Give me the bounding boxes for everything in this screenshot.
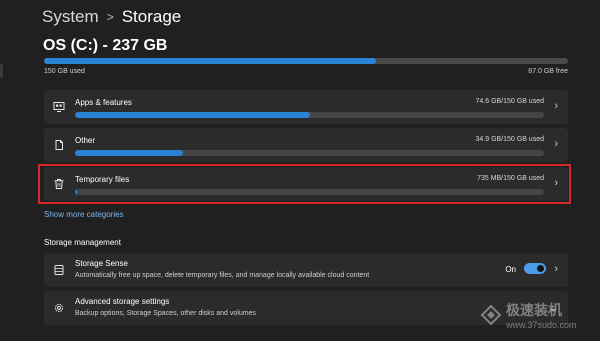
watermark-logo-icon — [480, 304, 502, 326]
category-label: Other — [75, 136, 96, 145]
storage-drive-icon — [54, 265, 64, 275]
storage-sense-setting[interactable]: Storage Sense Automatically free up spac… — [44, 253, 568, 287]
category-usage-bar — [75, 150, 544, 156]
document-icon — [55, 140, 63, 150]
show-more-categories-link[interactable]: Show more categories — [44, 210, 124, 219]
gear-icon — [54, 303, 64, 313]
nav-edge-indicator — [0, 64, 3, 78]
chevron-right-icon: › — [554, 138, 558, 150]
drive-used-label: 150 GB used — [44, 68, 85, 75]
category-label: Apps & features — [75, 98, 132, 107]
category-usage-bar — [75, 112, 544, 118]
category-apps-features[interactable]: Apps & features 74.6 GB/150 GB used › — [44, 90, 568, 124]
watermark-url: www.37sudo.com — [506, 320, 577, 330]
storage-sense-toggle[interactable] — [524, 263, 546, 274]
drive-usage-bar — [44, 58, 568, 64]
watermark: 极速装机 www.37sudo.com — [480, 298, 600, 338]
toggle-knob — [537, 265, 544, 272]
watermark-text: 极速装机 — [506, 302, 562, 318]
advanced-storage-description: Backup options, Storage Spaces, other di… — [75, 310, 256, 317]
drive-usage-fill — [44, 58, 376, 64]
chevron-right-icon: › — [554, 100, 558, 112]
category-usage-fill — [75, 150, 183, 156]
storage-management-heading: Storage management — [44, 238, 121, 247]
apps-icon — [53, 102, 65, 112]
highlight-box — [38, 164, 571, 204]
toggle-state-label: On — [505, 265, 516, 274]
storage-sense-description: Automatically free up space, delete temp… — [75, 272, 370, 279]
breadcrumb-parent[interactable]: System — [42, 7, 99, 27]
category-size: 34.9 GB/150 GB used — [475, 136, 545, 143]
advanced-storage-title: Advanced storage settings — [75, 297, 170, 306]
breadcrumb: System > Storage — [42, 6, 181, 28]
chevron-right-icon: › — [554, 263, 558, 275]
category-other[interactable]: Other 34.9 GB/150 GB used › — [44, 128, 568, 162]
drive-title: OS (C:) - 237 GB — [43, 37, 168, 54]
chevron-right-icon: > — [106, 10, 114, 24]
category-usage-fill — [75, 112, 310, 118]
storage-sense-title: Storage Sense — [75, 259, 128, 268]
category-size: 74.6 GB/150 GB used — [475, 98, 545, 105]
page-title: Storage — [121, 7, 182, 26]
drive-free-label: 87.0 GB free — [528, 68, 568, 75]
